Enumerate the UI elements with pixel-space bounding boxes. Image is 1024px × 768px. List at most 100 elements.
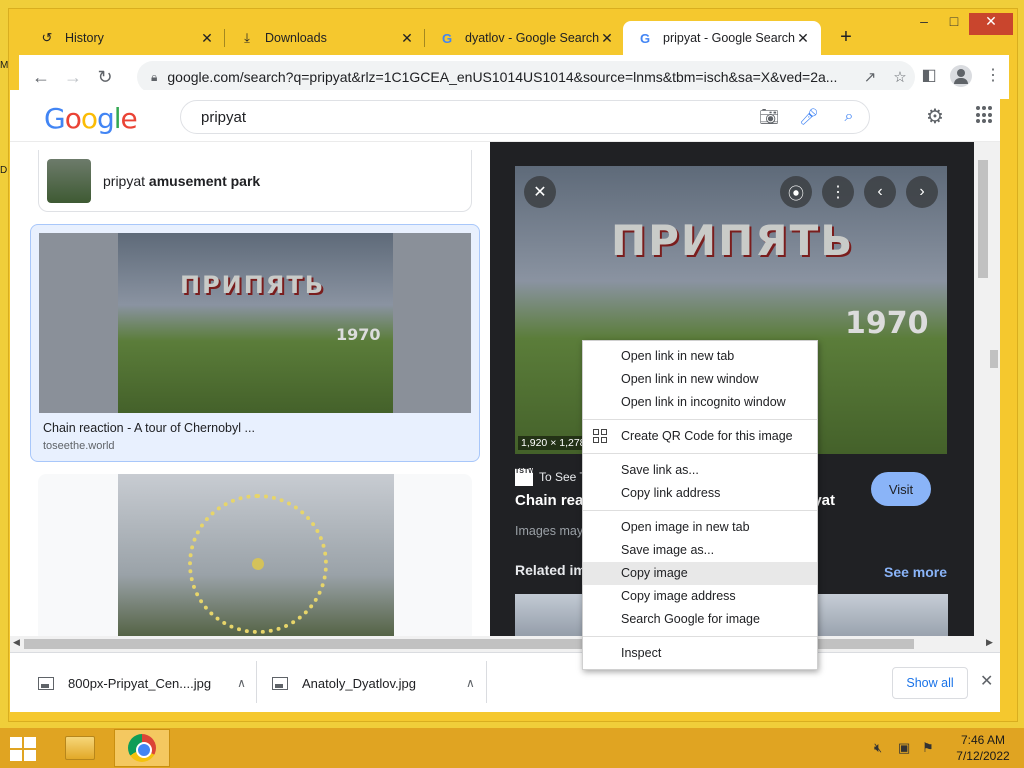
download-item[interactable]: 800px-Pripyat_Cen....jpg ∧ [38,663,246,703]
menu-search-google-for-image[interactable]: Search Google for image [583,608,817,631]
clock-time: 7:46 AM [960,733,1006,747]
apps-grid-icon[interactable] [976,106,992,124]
qr-code-icon [593,429,607,443]
close-preview-button[interactable]: ✕ [524,176,556,208]
google-icon: G [441,30,453,46]
chrome-icon [128,734,156,762]
tab-dyatlov-search[interactable]: G dyatlov - Google Search ✕ [425,21,625,55]
reload-button[interactable]: ↻ [89,61,121,93]
menu-separator [583,510,817,511]
volume-muted-icon[interactable]: 🔇︎ [874,740,882,756]
menu-separator [583,419,817,420]
share-icon[interactable]: ↗ [855,68,885,86]
menu-copy-image-address[interactable]: Copy image address [583,585,817,608]
ferris-wheel-image [118,474,394,642]
close-shelf-icon[interactable]: ✕ [980,671,993,691]
chevron-up-icon[interactable]: ∧ [237,676,246,690]
google-logo[interactable]: Google [44,102,138,135]
menu-save-link-as[interactable]: Save link as... [583,459,817,482]
chevron-up-icon[interactable]: ∧ [466,676,475,690]
history-icon: ↺ [41,30,53,45]
sign-text: ПРИПЯТЬ [611,216,855,265]
action-center-icon[interactable]: ⚑ [922,740,934,756]
visit-button[interactable]: Visit [871,472,931,506]
see-more-link[interactable]: See more [884,564,947,580]
preview-source[interactable]: TSTW To See T [515,468,587,486]
scrollbar-thumb[interactable] [990,350,998,368]
show-all-button[interactable]: Show all [892,667,968,699]
image-file-icon [272,676,288,690]
gear-icon[interactable]: ⚙ [926,104,944,129]
preview-title[interactable]: Chain reac [515,492,592,509]
pripyat-sign-image: ПРИПЯТЬ 1970 [118,233,393,413]
new-tab-button[interactable]: + [835,27,857,49]
image-result[interactable] [38,474,472,642]
previous-image-button[interactable]: ‹ [864,176,896,208]
related-image[interactable] [816,594,948,642]
result-image[interactable]: ПРИПЯТЬ 1970 [39,233,471,413]
forward-button[interactable]: → [57,61,89,93]
download-icon: ⤓ [244,30,250,45]
download-item[interactable]: Anatoly_Dyatlov.jpg ∧ [272,663,475,703]
related-search-suggestion[interactable]: pripyat amusement park [38,150,472,212]
network-icon[interactable]: ▣ [898,740,910,756]
google-icon: G [639,30,651,46]
lock-icon: 🔒︎ [151,69,158,84]
minimize-button[interactable]: – [909,13,939,35]
close-window-button[interactable]: ✕ [969,13,1013,35]
scroll-left-icon[interactable]: ◀ [13,637,20,648]
tab-close-icon[interactable]: ✕ [599,30,615,47]
menu-copy-link-address[interactable]: Copy link address [583,482,817,505]
search-icon[interactable]: ⌕ [829,108,869,126]
tab-close-icon[interactable]: ✕ [399,30,415,47]
back-button[interactable]: ← [25,61,57,93]
next-image-button[interactable]: › [906,176,938,208]
menu-item-label: Create QR Code for this image [621,429,793,443]
taskbar: 🔇︎ ▣ ⚑ 7:46 AM 7/12/2022 [0,728,1024,768]
search-input[interactable] [201,108,749,126]
menu-separator [583,453,817,454]
more-options-button[interactable]: ⋮ [822,176,854,208]
menu-open-link-incognito[interactable]: Open link in incognito window [583,391,817,414]
menu-open-image-new-tab[interactable]: Open image in new tab [583,516,817,539]
shelf-divider [486,661,487,703]
file-explorer-button[interactable] [52,729,108,767]
download-filename: 800px-Pripyat_Cen....jpg [68,675,212,691]
tab-label: pripyat - Google Search [663,31,795,45]
menu-save-image-as[interactable]: Save image as... [583,539,817,562]
sign-text: ПРИПЯТЬ [180,271,325,299]
result-title[interactable]: Chain reaction - A tour of Chernobyl ... [43,421,255,435]
scrollbar-thumb[interactable] [978,160,988,278]
camera-icon[interactable]: 📷︎ [749,107,789,127]
menu-dots-icon[interactable]: ⋮ [981,65,1005,89]
maximize-button[interactable]: □ [939,13,969,35]
menu-copy-image[interactable]: Copy image [583,562,817,585]
tab-pripyat-search[interactable]: G pripyat - Google Search ✕ [623,21,821,55]
microphone-icon[interactable]: 🎤︎ [789,107,829,127]
address-bar[interactable]: 🔒︎ google.com/search?q=pripyat&rlz=1C1GC… [137,61,915,93]
tab-close-icon[interactable]: ✕ [199,30,215,47]
image-result-selected[interactable]: ПРИПЯТЬ 1970 Chain reaction - A tour of … [30,224,480,462]
menu-inspect[interactable]: Inspect [583,642,817,665]
menu-create-qr-code[interactable]: Create QR Code for this image [583,425,817,448]
menu-separator [583,636,817,637]
bookmark-star-icon[interactable]: ☆ [885,68,915,86]
tab-downloads[interactable]: ⤓ Downloads ✕ [225,21,425,55]
horizontal-scrollbar[interactable]: ◀ ▶ [10,636,1000,652]
search-box[interactable]: 📷︎ 🎤︎ ⌕ [180,100,870,134]
vertical-scrollbar[interactable] [974,142,1000,638]
tab-close-icon[interactable]: ✕ [795,30,811,47]
tab-history[interactable]: ↺ History ✕ [25,21,225,55]
menu-open-link-new-window[interactable]: Open link in new window [583,368,817,391]
google-header: Google 📷︎ 🎤︎ ⌕ ⚙ [10,90,1000,142]
clock-date: 7/12/2022 [956,749,1010,763]
side-panel-icon[interactable]: ◧ [917,65,941,89]
profile-avatar[interactable] [949,65,973,89]
chrome-taskbar-button[interactable] [114,729,170,767]
taskbar-clock[interactable]: 7:46 AM 7/12/2022 [950,732,1016,764]
start-button[interactable] [10,737,36,761]
tab-strip: ↺ History ✕ ⤓ Downloads ✕ G dyatlov - Go… [9,9,1017,55]
scroll-right-icon[interactable]: ▶ [986,637,993,648]
menu-open-link-new-tab[interactable]: Open link in new tab [583,345,817,368]
lens-search-button[interactable]: ⦿ [780,176,812,208]
